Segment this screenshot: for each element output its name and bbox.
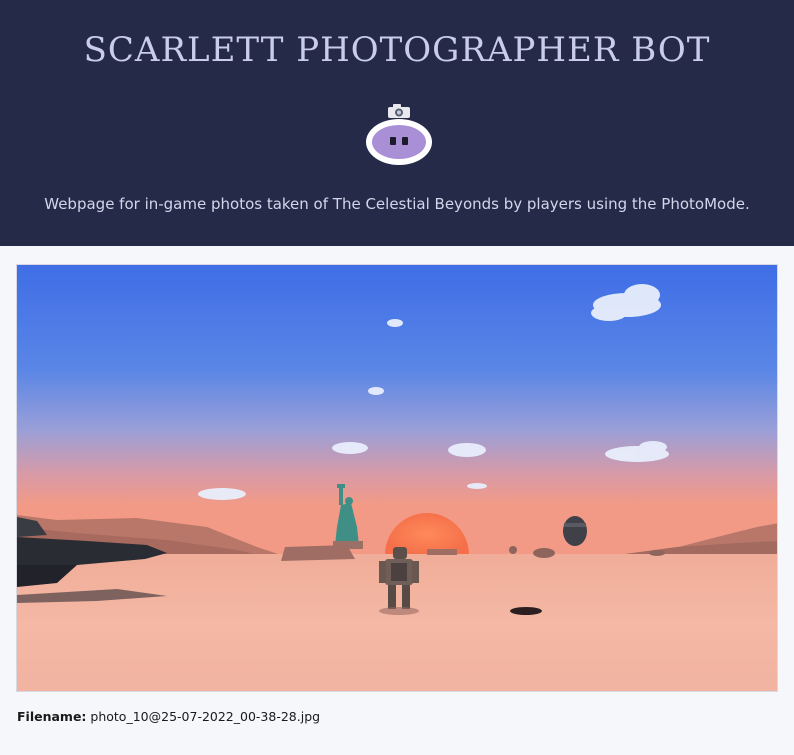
gallery-photo[interactable] (16, 264, 778, 692)
photo-filename: Filename: photo_10@25-07-2022_00-38-28.j… (17, 709, 320, 724)
in-game-screenshot (17, 265, 777, 691)
filename-value: photo_10@25-07-2022_00-38-28.jpg (90, 709, 321, 724)
robot-camera-icon (366, 104, 432, 166)
site-tagline: Webpage for in-game photos taken of The … (44, 195, 750, 213)
site-header: SCARLETT PHOTOGRAPHER BOT Webpage for in… (0, 0, 794, 246)
site-title: SCARLETT PHOTOGRAPHER BOT (83, 30, 711, 70)
filename-label: Filename: (17, 709, 87, 724)
